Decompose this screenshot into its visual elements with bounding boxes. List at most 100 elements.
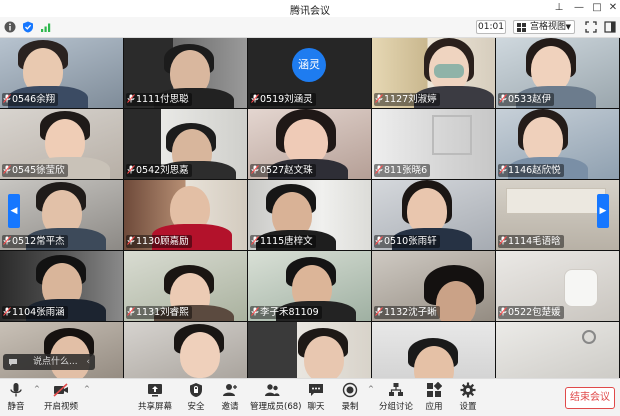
share-screen-label: 共享屏幕 [137, 402, 172, 412]
chat-input[interactable]: 说点什么... ‹ [3, 354, 95, 370]
video-tile[interactable]: 0546余翔 [0, 38, 123, 108]
meeting-window: 腾讯会议 ⊥ — □ ✕ 01:01 宫格视图 ▼ 0546余翔 1111付思聪… [0, 0, 620, 416]
mic-muted-icon [499, 165, 507, 174]
participant-name: 0542刘思嘉 [136, 165, 189, 176]
mic-muted-icon [375, 307, 383, 316]
participant-name: 0546余翔 [12, 94, 56, 105]
sidebar-toggle-icon[interactable] [604, 21, 616, 33]
mute-label: 静音 [7, 402, 25, 412]
security-label: 安全 [187, 402, 205, 412]
video-camera-off-icon [53, 383, 68, 397]
video-tile[interactable]: 李子禾81109 [248, 251, 371, 321]
collapse-chevron-icon[interactable]: ‹ [86, 354, 90, 370]
video-tile[interactable]: 1130顾嘉励 [124, 180, 247, 250]
participant-name: 1130顾嘉励 [136, 236, 189, 247]
video-tile[interactable]: 1146赵欣悦 [496, 109, 619, 179]
video-tile[interactable]: 0522包楚媛 [496, 251, 619, 321]
video-grid: 0546余翔 1111付思聪 涵灵 0519刘涵灵 1127刘淑婷 0533赵伊… [0, 38, 620, 378]
grid-view-icon [517, 23, 526, 32]
window-title: 腾讯会议 [290, 6, 330, 17]
participant-name: 1127刘淑婷 [384, 94, 437, 105]
info-icon[interactable] [4, 21, 16, 33]
close-icon[interactable]: ✕ [606, 2, 620, 14]
prev-page-arrow[interactable]: ◀ [8, 194, 20, 228]
invite-label: 邀请 [221, 402, 239, 412]
shield-icon[interactable] [22, 21, 34, 33]
video-tile[interactable]: 涵灵 0519刘涵灵 [248, 38, 371, 108]
chat-button[interactable]: 聊天 [304, 382, 328, 416]
invite-button[interactable]: 邀请 [218, 382, 242, 416]
mic-muted-icon [499, 94, 507, 103]
video-tile[interactable]: 0533赵伊 [496, 38, 619, 108]
meeting-timer: 01:01 [476, 20, 506, 34]
chat-bubble-icon [9, 359, 17, 366]
video-tile[interactable]: 1104张雨涵 [0, 251, 123, 321]
participant-name: 0545徐莹欣 [12, 165, 65, 176]
mic-muted-icon [3, 165, 11, 174]
video-tile[interactable]: 811张晓6 [372, 109, 495, 179]
signal-icon[interactable] [40, 21, 52, 33]
video-tile[interactable] [372, 322, 495, 378]
mute-options-caret-icon[interactable]: ^ [34, 385, 40, 393]
apps-button[interactable]: 应用 [422, 382, 446, 416]
start-video-label: 开启视频 [43, 402, 78, 412]
mic-muted-icon [251, 165, 259, 174]
breakout-rooms-icon [389, 383, 403, 396]
chat-input-placeholder: 说点什么... [33, 357, 78, 367]
title-bar: 腾讯会议 ⊥ — □ ✕ [0, 0, 620, 17]
apps-label: 应用 [425, 402, 443, 412]
mic-muted-icon [375, 236, 383, 245]
mic-muted-icon [127, 236, 135, 245]
security-button[interactable]: 安全 [184, 382, 208, 416]
mic-muted-icon [375, 165, 383, 174]
chat-icon [309, 384, 323, 396]
share-screen-button[interactable]: 共享屏幕 [136, 382, 174, 416]
participant-name: 0510张雨轩 [384, 236, 437, 247]
record-options-caret-icon[interactable]: ^ [368, 385, 374, 393]
video-tile[interactable] [496, 322, 619, 378]
video-tile[interactable] [248, 322, 371, 378]
participant-name: 0512常平杰 [12, 236, 65, 247]
participant-name: 李子禾81109 [260, 307, 319, 318]
mic-muted-icon [251, 94, 259, 103]
video-tile[interactable]: 0545徐莹欣 [0, 109, 123, 179]
meeting-toolbar: 01:01 宫格视图 ▼ [0, 17, 620, 38]
breakout-rooms-label: 分组讨论 [378, 402, 413, 412]
mic-muted-icon [127, 307, 135, 316]
microphone-icon [10, 383, 22, 397]
fullscreen-icon[interactable] [585, 21, 597, 33]
video-options-caret-icon[interactable]: ^ [84, 385, 90, 393]
maximize-icon[interactable]: □ [590, 2, 604, 14]
minimize-icon[interactable]: — [572, 2, 586, 14]
video-tile[interactable]: 1115唐梓文 [248, 180, 371, 250]
bottom-control-bar: 静音 ^ 开启视频 ^ 共享屏幕 安全 邀请 管理成员(68) 聊天 录制 ^ … [0, 378, 620, 416]
view-selector[interactable]: 宫格视图 ▼ [513, 20, 575, 34]
participant-name: 1104张雨涵 [12, 307, 65, 318]
end-meeting-button[interactable]: 结束会议 [565, 387, 615, 409]
chevron-down-icon: ▼ [565, 23, 571, 31]
video-tile[interactable]: 0527赵文珠 [248, 109, 371, 179]
participant-name: 1132沈子晰 [384, 307, 437, 318]
next-page-arrow[interactable]: ▶ [597, 194, 609, 228]
video-tile[interactable] [124, 322, 247, 378]
start-video-button[interactable]: 开启视频 [42, 382, 80, 416]
mic-muted-icon [3, 236, 11, 245]
mic-muted-icon [3, 94, 11, 103]
video-tile[interactable]: 1132沈子晰 [372, 251, 495, 321]
video-tile[interactable]: 0510张雨轩 [372, 180, 495, 250]
share-screen-icon [148, 384, 162, 397]
record-button[interactable]: 录制 [338, 382, 362, 416]
manage-members-button[interactable]: 管理成员(68) [250, 382, 302, 416]
mic-muted-icon [127, 165, 135, 174]
participant-name: 0527赵文珠 [260, 165, 313, 176]
mute-button[interactable]: 静音 [4, 382, 28, 416]
security-shield-icon [190, 383, 202, 397]
video-tile[interactable]: 1131刘睿熙 [124, 251, 247, 321]
pin-icon[interactable]: ⊥ [552, 2, 566, 14]
video-tile[interactable]: 1111付思聪 [124, 38, 247, 108]
video-tile[interactable]: 0542刘思嘉 [124, 109, 247, 179]
manage-members-label: 管理成员(68) [250, 402, 302, 412]
breakout-rooms-button[interactable]: 分组讨论 [378, 382, 414, 416]
settings-button[interactable]: 设置 [456, 382, 480, 416]
video-tile[interactable]: 1127刘淑婷 [372, 38, 495, 108]
